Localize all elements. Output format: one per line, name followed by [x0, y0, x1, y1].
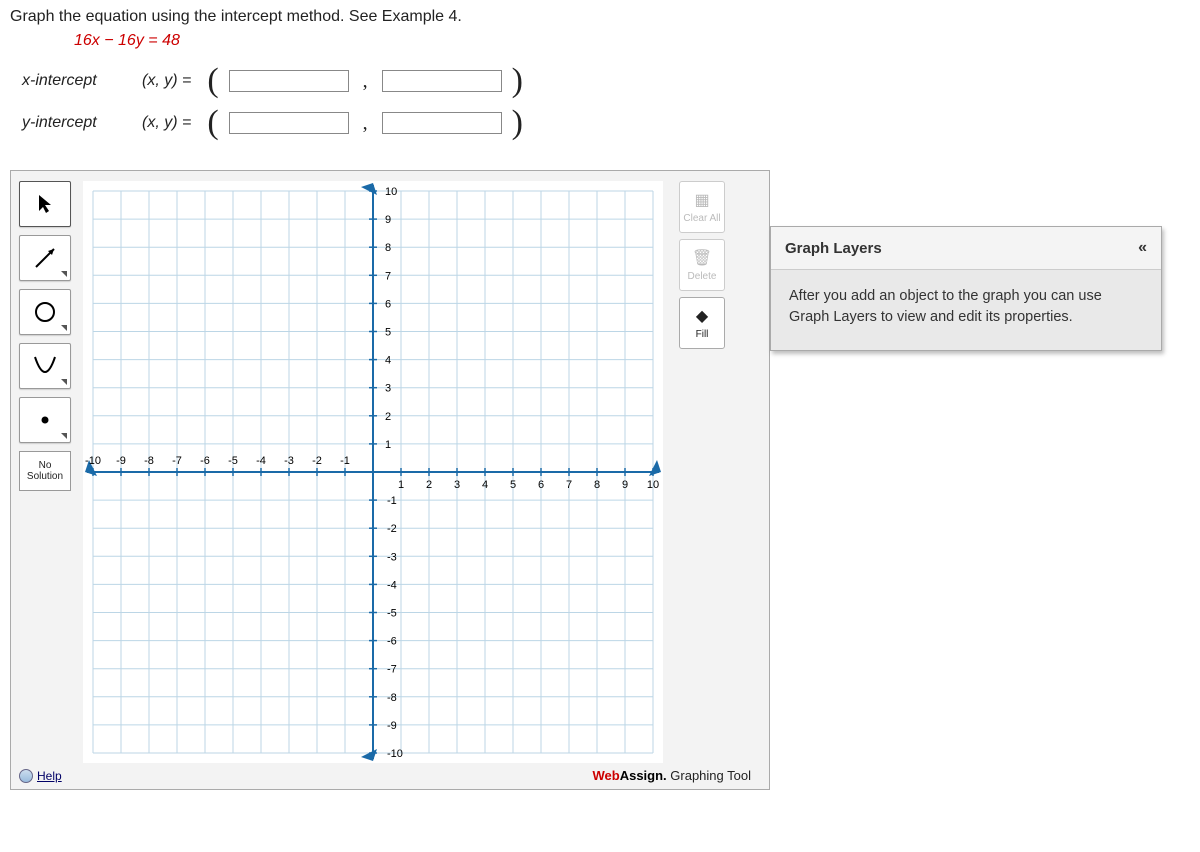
parabola-tool-button[interactable] — [19, 343, 71, 389]
y-intercept-label: y-intercept — [22, 114, 132, 132]
svg-text:8: 8 — [594, 479, 600, 491]
x-intercept-y-input[interactable] — [382, 70, 502, 92]
collapse-icon[interactable]: « — [1138, 239, 1147, 257]
svg-text:5: 5 — [510, 479, 516, 491]
svg-text:-7: -7 — [172, 455, 182, 467]
svg-text:6: 6 — [538, 479, 544, 491]
open-paren: ( — [207, 64, 218, 98]
question-equation: 16x − 16y = 48 — [74, 32, 1190, 50]
svg-text:-8: -8 — [144, 455, 154, 467]
fill-button[interactable]: ◆ Fill — [679, 297, 725, 349]
svg-text:4: 4 — [385, 355, 391, 367]
svg-text:3: 3 — [385, 383, 391, 395]
point-icon — [35, 410, 55, 430]
svg-text:-3: -3 — [284, 455, 294, 467]
x-intercept-row: x-intercept (x, y) = ( , ) — [22, 64, 1178, 98]
parabola-icon — [31, 353, 59, 379]
svg-text:-6: -6 — [200, 455, 210, 467]
x-intercept-x-input[interactable] — [229, 70, 349, 92]
svg-text:1: 1 — [385, 439, 391, 451]
svg-text:-10: -10 — [85, 455, 101, 467]
trash-icon: 🗑 — [692, 248, 712, 268]
svg-text:-9: -9 — [387, 720, 397, 732]
svg-text:9: 9 — [622, 479, 628, 491]
xy-equals: (x, y) = — [142, 72, 191, 90]
open-paren: ( — [207, 106, 218, 140]
svg-text:-5: -5 — [387, 608, 397, 620]
graphing-tool: No Solution Help -10-9-8-7-6-5-4-3-2-112… — [10, 170, 770, 790]
branding: WebAssign. Graphing Tool — [592, 768, 751, 783]
svg-text:-4: -4 — [256, 455, 266, 467]
svg-text:-1: -1 — [387, 495, 397, 507]
pointer-tool-button[interactable] — [19, 181, 71, 227]
circle-icon — [32, 299, 58, 325]
svg-text:-3: -3 — [387, 551, 397, 563]
action-buttons: ▦ Clear All 🗑 Delete ◆ Fill — [671, 181, 733, 783]
no-solution-button[interactable]: No Solution — [19, 451, 71, 491]
coordinate-grid: -10-9-8-7-6-5-4-3-2-112345678910-10-9-8-… — [83, 181, 663, 763]
svg-text:2: 2 — [385, 411, 391, 423]
svg-text:7: 7 — [385, 270, 391, 282]
svg-text:10: 10 — [647, 479, 659, 491]
brand-web: Web — [592, 768, 619, 783]
svg-text:-1: -1 — [340, 455, 350, 467]
close-paren: ) — [512, 64, 523, 98]
point-tool-button[interactable] — [19, 397, 71, 443]
y-intercept-x-input[interactable] — [229, 112, 349, 134]
pointer-icon — [36, 193, 54, 215]
help-link[interactable]: Help — [19, 769, 77, 783]
svg-text:-2: -2 — [312, 455, 322, 467]
clear-all-label: Clear All — [683, 213, 720, 224]
coord-comma: , — [363, 70, 368, 93]
close-paren: ) — [512, 106, 523, 140]
svg-text:3: 3 — [454, 479, 460, 491]
fill-label: Fill — [696, 329, 709, 340]
svg-text:10: 10 — [385, 186, 397, 198]
coord-comma: , — [363, 112, 368, 135]
y-intercept-y-input[interactable] — [382, 112, 502, 134]
svg-text:-4: -4 — [387, 579, 397, 591]
svg-text:9: 9 — [385, 214, 391, 226]
svg-text:8: 8 — [385, 242, 391, 254]
x-intercept-label: x-intercept — [22, 72, 132, 90]
svg-text:7: 7 — [566, 479, 572, 491]
svg-text:-7: -7 — [387, 664, 397, 676]
y-intercept-row: y-intercept (x, y) = ( , ) — [22, 106, 1178, 140]
svg-text:2: 2 — [426, 479, 432, 491]
graph-canvas[interactable]: -10-9-8-7-6-5-4-3-2-112345678910-10-9-8-… — [83, 181, 663, 763]
graph-layers-title: Graph Layers — [785, 240, 882, 257]
graph-layers-panel: Graph Layers « After you add an object t… — [770, 226, 1162, 351]
svg-text:6: 6 — [385, 298, 391, 310]
svg-text:5: 5 — [385, 327, 391, 339]
line-tool-button[interactable] — [19, 235, 71, 281]
graph-layers-header: Graph Layers « — [771, 227, 1161, 270]
svg-text:-8: -8 — [387, 692, 397, 704]
grid-icon: ▦ — [694, 190, 709, 210]
svg-text:-5: -5 — [228, 455, 238, 467]
line-icon — [32, 245, 58, 271]
delete-button[interactable]: 🗑 Delete — [679, 239, 725, 291]
delete-label: Delete — [688, 271, 717, 282]
svg-text:-6: -6 — [387, 636, 397, 648]
xy-equals: (x, y) = — [142, 114, 191, 132]
tool-palette: No Solution Help — [19, 181, 77, 783]
brand-assign: Assign. — [620, 768, 667, 783]
question-prompt: Graph the equation using the intercept m… — [10, 8, 1190, 26]
fill-icon: ◆ — [696, 306, 708, 326]
circle-tool-button[interactable] — [19, 289, 71, 335]
graph-layers-body: After you add an object to the graph you… — [771, 270, 1161, 350]
clear-all-button[interactable]: ▦ Clear All — [679, 181, 725, 233]
svg-text:-10: -10 — [387, 748, 403, 760]
brand-tool: Graphing Tool — [667, 768, 751, 783]
svg-text:1: 1 — [398, 479, 404, 491]
svg-text:4: 4 — [482, 479, 488, 491]
svg-text:-2: -2 — [387, 523, 397, 535]
svg-text:-9: -9 — [116, 455, 126, 467]
